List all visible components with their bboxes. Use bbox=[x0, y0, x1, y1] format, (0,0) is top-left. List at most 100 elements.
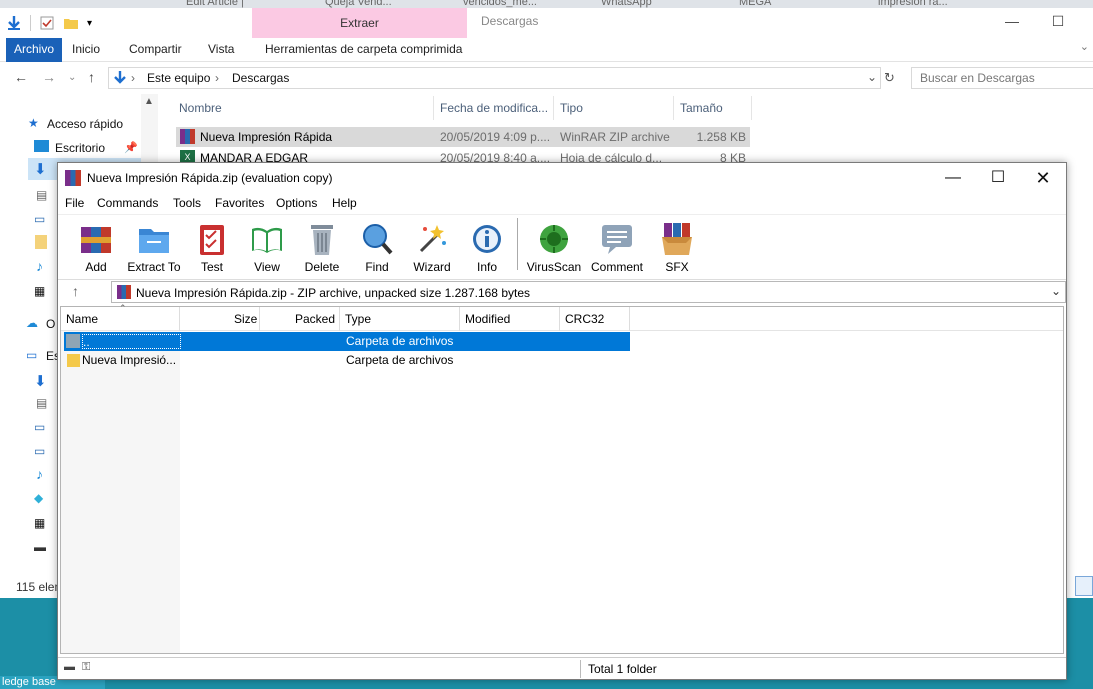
virusscan-icon bbox=[540, 225, 568, 253]
delete-button[interactable]: Delete bbox=[292, 219, 352, 275]
sfx-icon bbox=[662, 223, 692, 255]
browser-tab[interactable]: MEGA bbox=[739, 0, 771, 8]
menu-file[interactable]: File bbox=[65, 196, 84, 210]
ribbon-tab-view[interactable]: Vista bbox=[200, 38, 242, 62]
download-arrow-icon[interactable] bbox=[6, 15, 22, 31]
key-icon[interactable]: ⚿ bbox=[82, 661, 90, 674]
column-date[interactable]: Fecha de modifica... bbox=[440, 101, 548, 115]
search-input[interactable]: Buscar en Descargas bbox=[911, 67, 1093, 89]
qat-dropdown-icon[interactable]: ▾ bbox=[87, 18, 92, 29]
ribbon-tab-home[interactable]: Inicio bbox=[64, 38, 108, 62]
column-separator[interactable] bbox=[553, 96, 554, 120]
archive-row-parent[interactable]: .. Carpeta de archivos bbox=[64, 332, 630, 351]
address-dropdown-icon[interactable]: ⌄ bbox=[867, 70, 877, 84]
recent-dropdown-icon[interactable]: ⌄ bbox=[68, 72, 76, 83]
file-row[interactable]: Nueva Impresión Rápida 20/05/2019 4:09 p… bbox=[176, 127, 750, 147]
column-name[interactable]: Name bbox=[66, 312, 98, 326]
ribbon-tab-file[interactable]: Archivo bbox=[6, 38, 63, 62]
nav-item-desktop[interactable]: Escritorio bbox=[55, 141, 105, 155]
column-crc32[interactable]: CRC32 bbox=[565, 312, 604, 326]
column-size[interactable]: Tamaño bbox=[680, 101, 723, 115]
drive-icon[interactable]: ▬ bbox=[64, 661, 75, 673]
wizard-button[interactable]: Wizard bbox=[402, 219, 462, 275]
minimize-button[interactable]: — bbox=[989, 10, 1035, 32]
ribbon-expand-icon[interactable]: ⌄ bbox=[1080, 40, 1089, 53]
column-size[interactable]: Size bbox=[234, 312, 257, 326]
extract-to-button[interactable]: Extract To bbox=[124, 219, 184, 275]
nav-item-quick-access[interactable]: Acceso rápido bbox=[47, 117, 123, 131]
menu-tools[interactable]: Tools bbox=[173, 196, 201, 210]
sfx-button[interactable]: SFX bbox=[647, 219, 707, 275]
close-button[interactable]: ✕ bbox=[1020, 163, 1066, 193]
column-separator[interactable] bbox=[339, 307, 340, 331]
address-bar[interactable]: › Este equipo › Descargas ⌄ bbox=[108, 67, 881, 89]
archive-list-header: ⌃ Name Size Packed Type Modified CRC32 bbox=[61, 303, 1063, 331]
browser-tab[interactable]: vencidos_me... bbox=[463, 0, 537, 8]
music-icon: ♪ bbox=[36, 258, 43, 274]
comment-icon bbox=[602, 225, 632, 254]
test-icon bbox=[200, 225, 224, 255]
new-folder-icon[interactable] bbox=[63, 15, 79, 31]
menu-commands[interactable]: Commands bbox=[97, 196, 158, 210]
column-separator[interactable] bbox=[751, 96, 752, 120]
ribbon-tab-compressed-tools[interactable]: Herramientas de carpeta comprimida bbox=[257, 38, 470, 62]
info-icon bbox=[473, 225, 501, 253]
up-folder-icon[interactable]: ↑ bbox=[72, 283, 79, 299]
find-button[interactable]: Find bbox=[347, 219, 407, 275]
breadcrumb-separator: › bbox=[215, 71, 219, 85]
refresh-icon[interactable]: ↻ bbox=[884, 70, 895, 86]
menu-favorites[interactable]: Favorites bbox=[215, 196, 264, 210]
ribbon-tab-share[interactable]: Compartir bbox=[121, 38, 190, 62]
winrar-path-row: ↑ Nueva Impresión Rápida.zip - ZIP archi… bbox=[58, 279, 1066, 303]
column-type[interactable]: Type bbox=[345, 312, 371, 326]
winrar-titlebar[interactable]: Nueva Impresión Rápida.zip (evaluation c… bbox=[58, 163, 1066, 193]
delete-icon bbox=[311, 225, 333, 255]
properties-icon[interactable] bbox=[39, 15, 55, 31]
up-arrow-icon[interactable]: ↑ bbox=[88, 69, 95, 85]
column-separator[interactable] bbox=[559, 307, 560, 331]
column-type[interactable]: Tipo bbox=[560, 101, 583, 115]
local-disk-icon: ▬ bbox=[34, 540, 46, 554]
column-separator[interactable] bbox=[433, 96, 434, 120]
back-arrow-icon[interactable]: ← bbox=[14, 69, 28, 85]
scroll-up-icon[interactable]: ▲ bbox=[144, 96, 154, 107]
test-button[interactable]: Test bbox=[182, 219, 242, 275]
menu-help[interactable]: Help bbox=[332, 196, 357, 210]
column-separator[interactable] bbox=[179, 307, 180, 331]
archive-row-folder[interactable]: Nueva Impresió... Carpeta de archivos bbox=[64, 351, 630, 370]
comment-button[interactable]: Comment bbox=[587, 219, 647, 275]
add-button[interactable]: Add bbox=[66, 219, 126, 275]
virusscan-button[interactable]: VirusScan bbox=[524, 219, 584, 275]
breadcrumb-downloads[interactable]: Descargas bbox=[232, 71, 289, 85]
menu-options[interactable]: Options bbox=[276, 196, 317, 210]
info-button[interactable]: Info bbox=[457, 219, 517, 275]
pin-icon[interactable]: 📌 bbox=[124, 141, 138, 154]
file-name: Nueva Impresión Rápida bbox=[200, 130, 333, 144]
forward-arrow-icon[interactable]: → bbox=[42, 69, 56, 85]
path-dropdown-icon[interactable]: ⌄ bbox=[1051, 284, 1061, 298]
archive-path-box[interactable]: Nueva Impresión Rápida.zip - ZIP archive… bbox=[111, 281, 1066, 303]
browser-tab[interactable]: impresión rá... bbox=[878, 0, 948, 8]
archive-tree-pane bbox=[61, 331, 180, 653]
column-modified[interactable]: Modified bbox=[465, 312, 510, 326]
breadcrumb-this-pc[interactable]: Este equipo bbox=[147, 71, 210, 85]
maximize-button[interactable]: ☐ bbox=[975, 163, 1021, 193]
column-separator[interactable] bbox=[629, 307, 630, 331]
column-packed[interactable]: Packed bbox=[295, 312, 335, 326]
browser-tab[interactable]: Edit Article | bbox=[186, 0, 244, 8]
column-separator[interactable] bbox=[459, 307, 460, 331]
this-pc-icon: ▭ bbox=[26, 348, 38, 362]
maximize-button[interactable]: ☐ bbox=[1035, 10, 1081, 32]
column-name[interactable]: Nombre bbox=[179, 101, 222, 115]
minimize-button[interactable]: — bbox=[930, 163, 976, 193]
downloads-icon: ⬇ bbox=[34, 373, 47, 390]
column-separator[interactable] bbox=[259, 307, 260, 331]
details-view-icon[interactable] bbox=[1075, 576, 1093, 596]
browser-tab[interactable]: Queja Vend... bbox=[325, 0, 392, 8]
nav-item-onedrive[interactable]: O bbox=[46, 317, 55, 331]
column-separator[interactable] bbox=[673, 96, 674, 120]
view-button[interactable]: View bbox=[237, 219, 297, 275]
context-tab-extract[interactable]: Extraer bbox=[252, 8, 467, 38]
desktop-icon bbox=[34, 140, 49, 152]
browser-tab[interactable]: WhatsApp bbox=[601, 0, 652, 8]
